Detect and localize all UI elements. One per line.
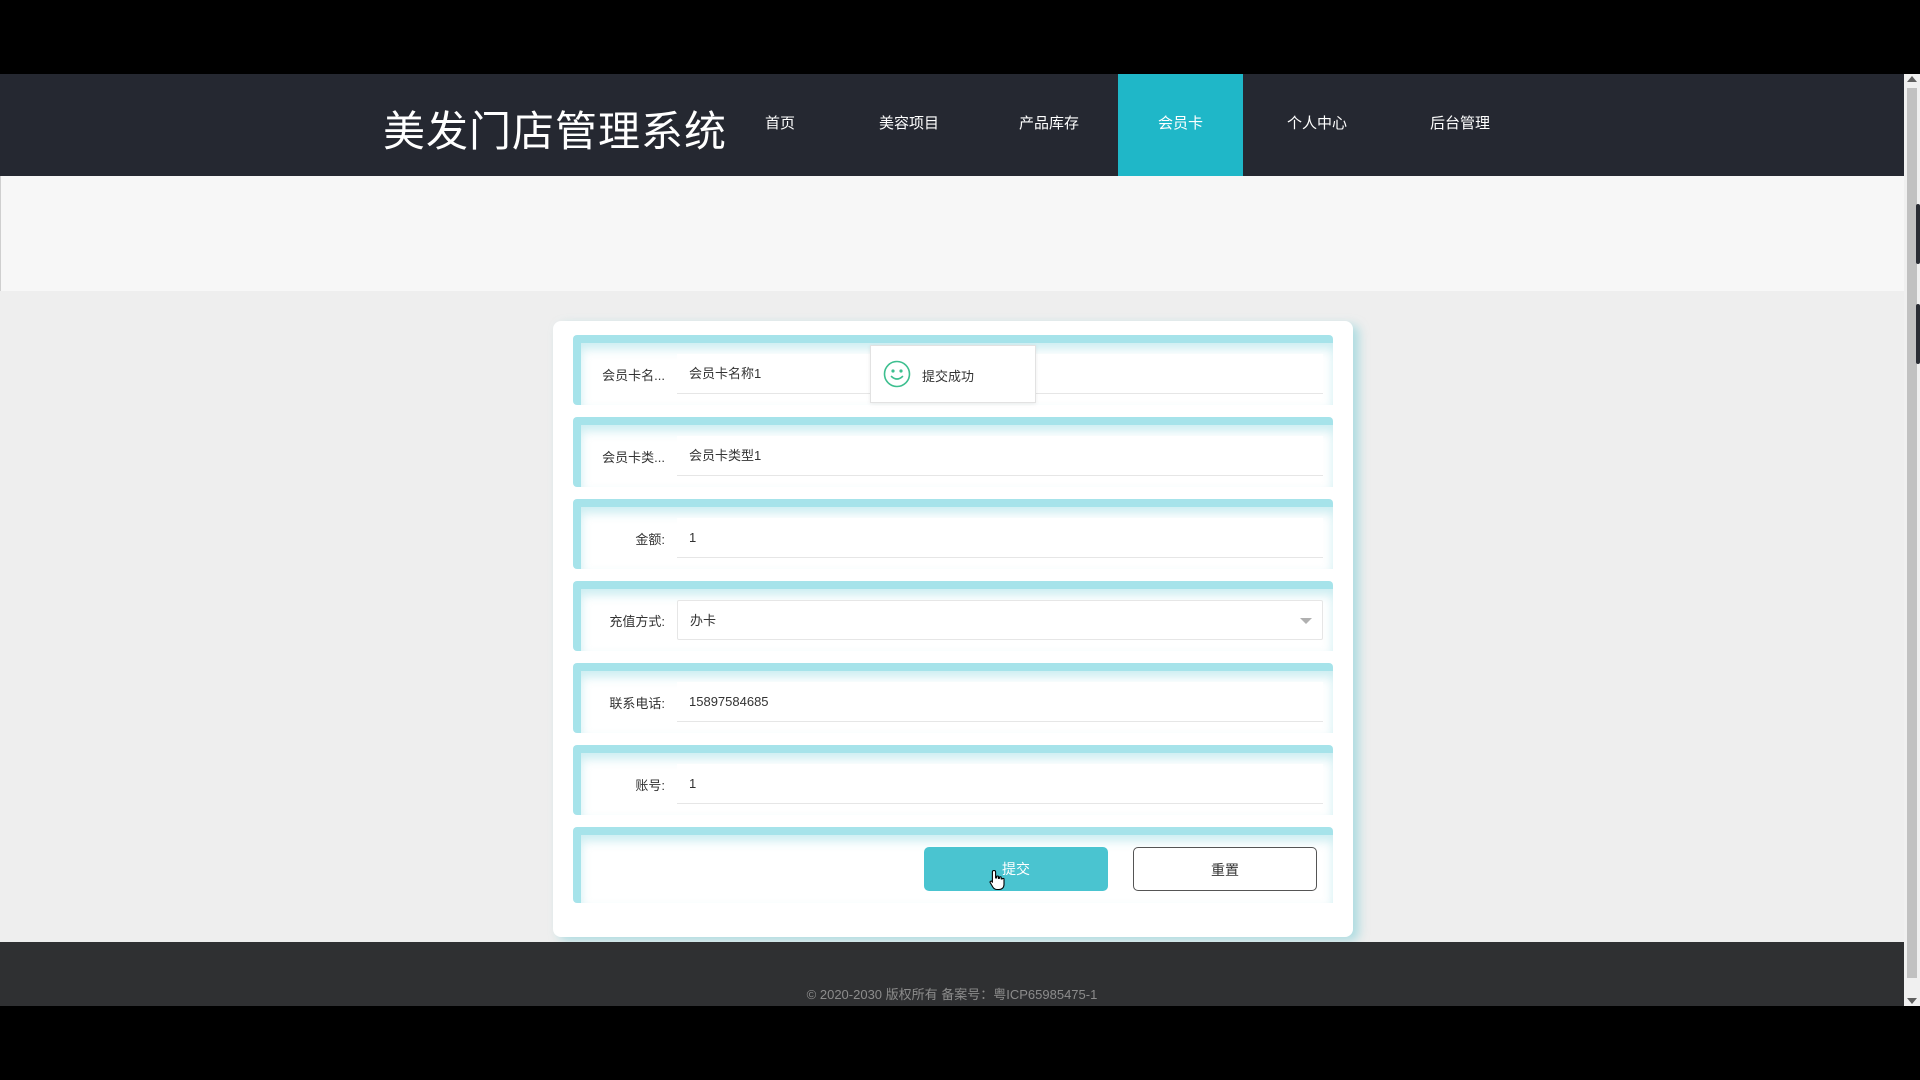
top-nav: 美发门店管理系统 首页 美容项目 产品库存 会员卡 个人中心 后台管理 xyxy=(0,74,1904,176)
nav-item-product-inventory[interactable]: 产品库存 xyxy=(1002,74,1096,176)
page-viewport: 美发门店管理系统 首页 美容项目 产品库存 会员卡 个人中心 后台管理 会员卡名… xyxy=(0,74,1904,1006)
form-row-phone: 联系电话: 15897584685 xyxy=(573,663,1333,733)
field-label-phone: 联系电话: xyxy=(609,696,665,711)
account-input[interactable]: 1 xyxy=(677,764,1323,804)
chevron-down-icon xyxy=(1300,618,1312,624)
smile-icon xyxy=(883,360,911,388)
membership-form: 会员卡名... 会员卡名称1 会员卡类... 会员卡类型1 金额: 1 充值方式… xyxy=(553,321,1353,937)
form-row-actions: 提交 重置 xyxy=(573,827,1333,903)
banner-area xyxy=(0,176,1904,291)
vertical-scrollbar[interactable] xyxy=(1904,74,1920,1006)
nav-item-home[interactable]: 首页 xyxy=(745,74,815,176)
field-label-card-type: 会员卡类... xyxy=(602,450,665,465)
browser-stage: 美发门店管理系统 首页 美容项目 产品库存 会员卡 个人中心 后台管理 会员卡名… xyxy=(0,74,1920,1006)
submit-button[interactable]: 提交 xyxy=(924,847,1108,891)
recharge-method-value: 办卡 xyxy=(690,613,717,628)
success-toast: 提交成功 xyxy=(870,345,1036,403)
amount-input[interactable]: 1 xyxy=(677,518,1323,558)
form-row-recharge-method: 充值方式: 办卡 xyxy=(573,581,1333,651)
field-label-recharge-method: 充值方式: xyxy=(609,614,665,629)
side-marker-upper xyxy=(1916,204,1920,264)
field-label-account: 账号: xyxy=(635,778,665,793)
side-marker-lower xyxy=(1916,304,1920,364)
form-row-card-type: 会员卡类... 会员卡类型1 xyxy=(573,417,1333,487)
nav-item-personal-center[interactable]: 个人中心 xyxy=(1270,74,1364,176)
nav-item-beauty-projects[interactable]: 美容项目 xyxy=(862,74,956,176)
field-label-amount: 金额: xyxy=(635,532,665,547)
scroll-up-icon[interactable] xyxy=(1907,76,1917,82)
page-footer: © 2020-2030 版权所有 备案号：粤ICP65985475-1 xyxy=(0,942,1904,1006)
hand-pointer-icon xyxy=(989,869,1005,891)
app-title: 美发门店管理系统 xyxy=(383,108,728,155)
nav-item-membership-card[interactable]: 会员卡 xyxy=(1118,74,1243,176)
recharge-method-select[interactable]: 办卡 xyxy=(677,600,1323,640)
reset-button[interactable]: 重置 xyxy=(1133,847,1317,891)
toast-message: 提交成功 xyxy=(922,369,975,384)
nav-item-admin[interactable]: 后台管理 xyxy=(1413,74,1507,176)
form-row-amount: 金额: 1 xyxy=(573,499,1333,569)
card-type-input[interactable]: 会员卡类型1 xyxy=(677,436,1323,476)
field-label-card-name: 会员卡名... xyxy=(602,368,665,383)
phone-input[interactable]: 15897584685 xyxy=(677,682,1323,722)
scroll-down-icon[interactable] xyxy=(1907,998,1917,1004)
footer-copyright: © 2020-2030 版权所有 备案号：粤ICP65985475-1 xyxy=(806,987,1098,1002)
form-row-account: 账号: 1 xyxy=(573,745,1333,815)
